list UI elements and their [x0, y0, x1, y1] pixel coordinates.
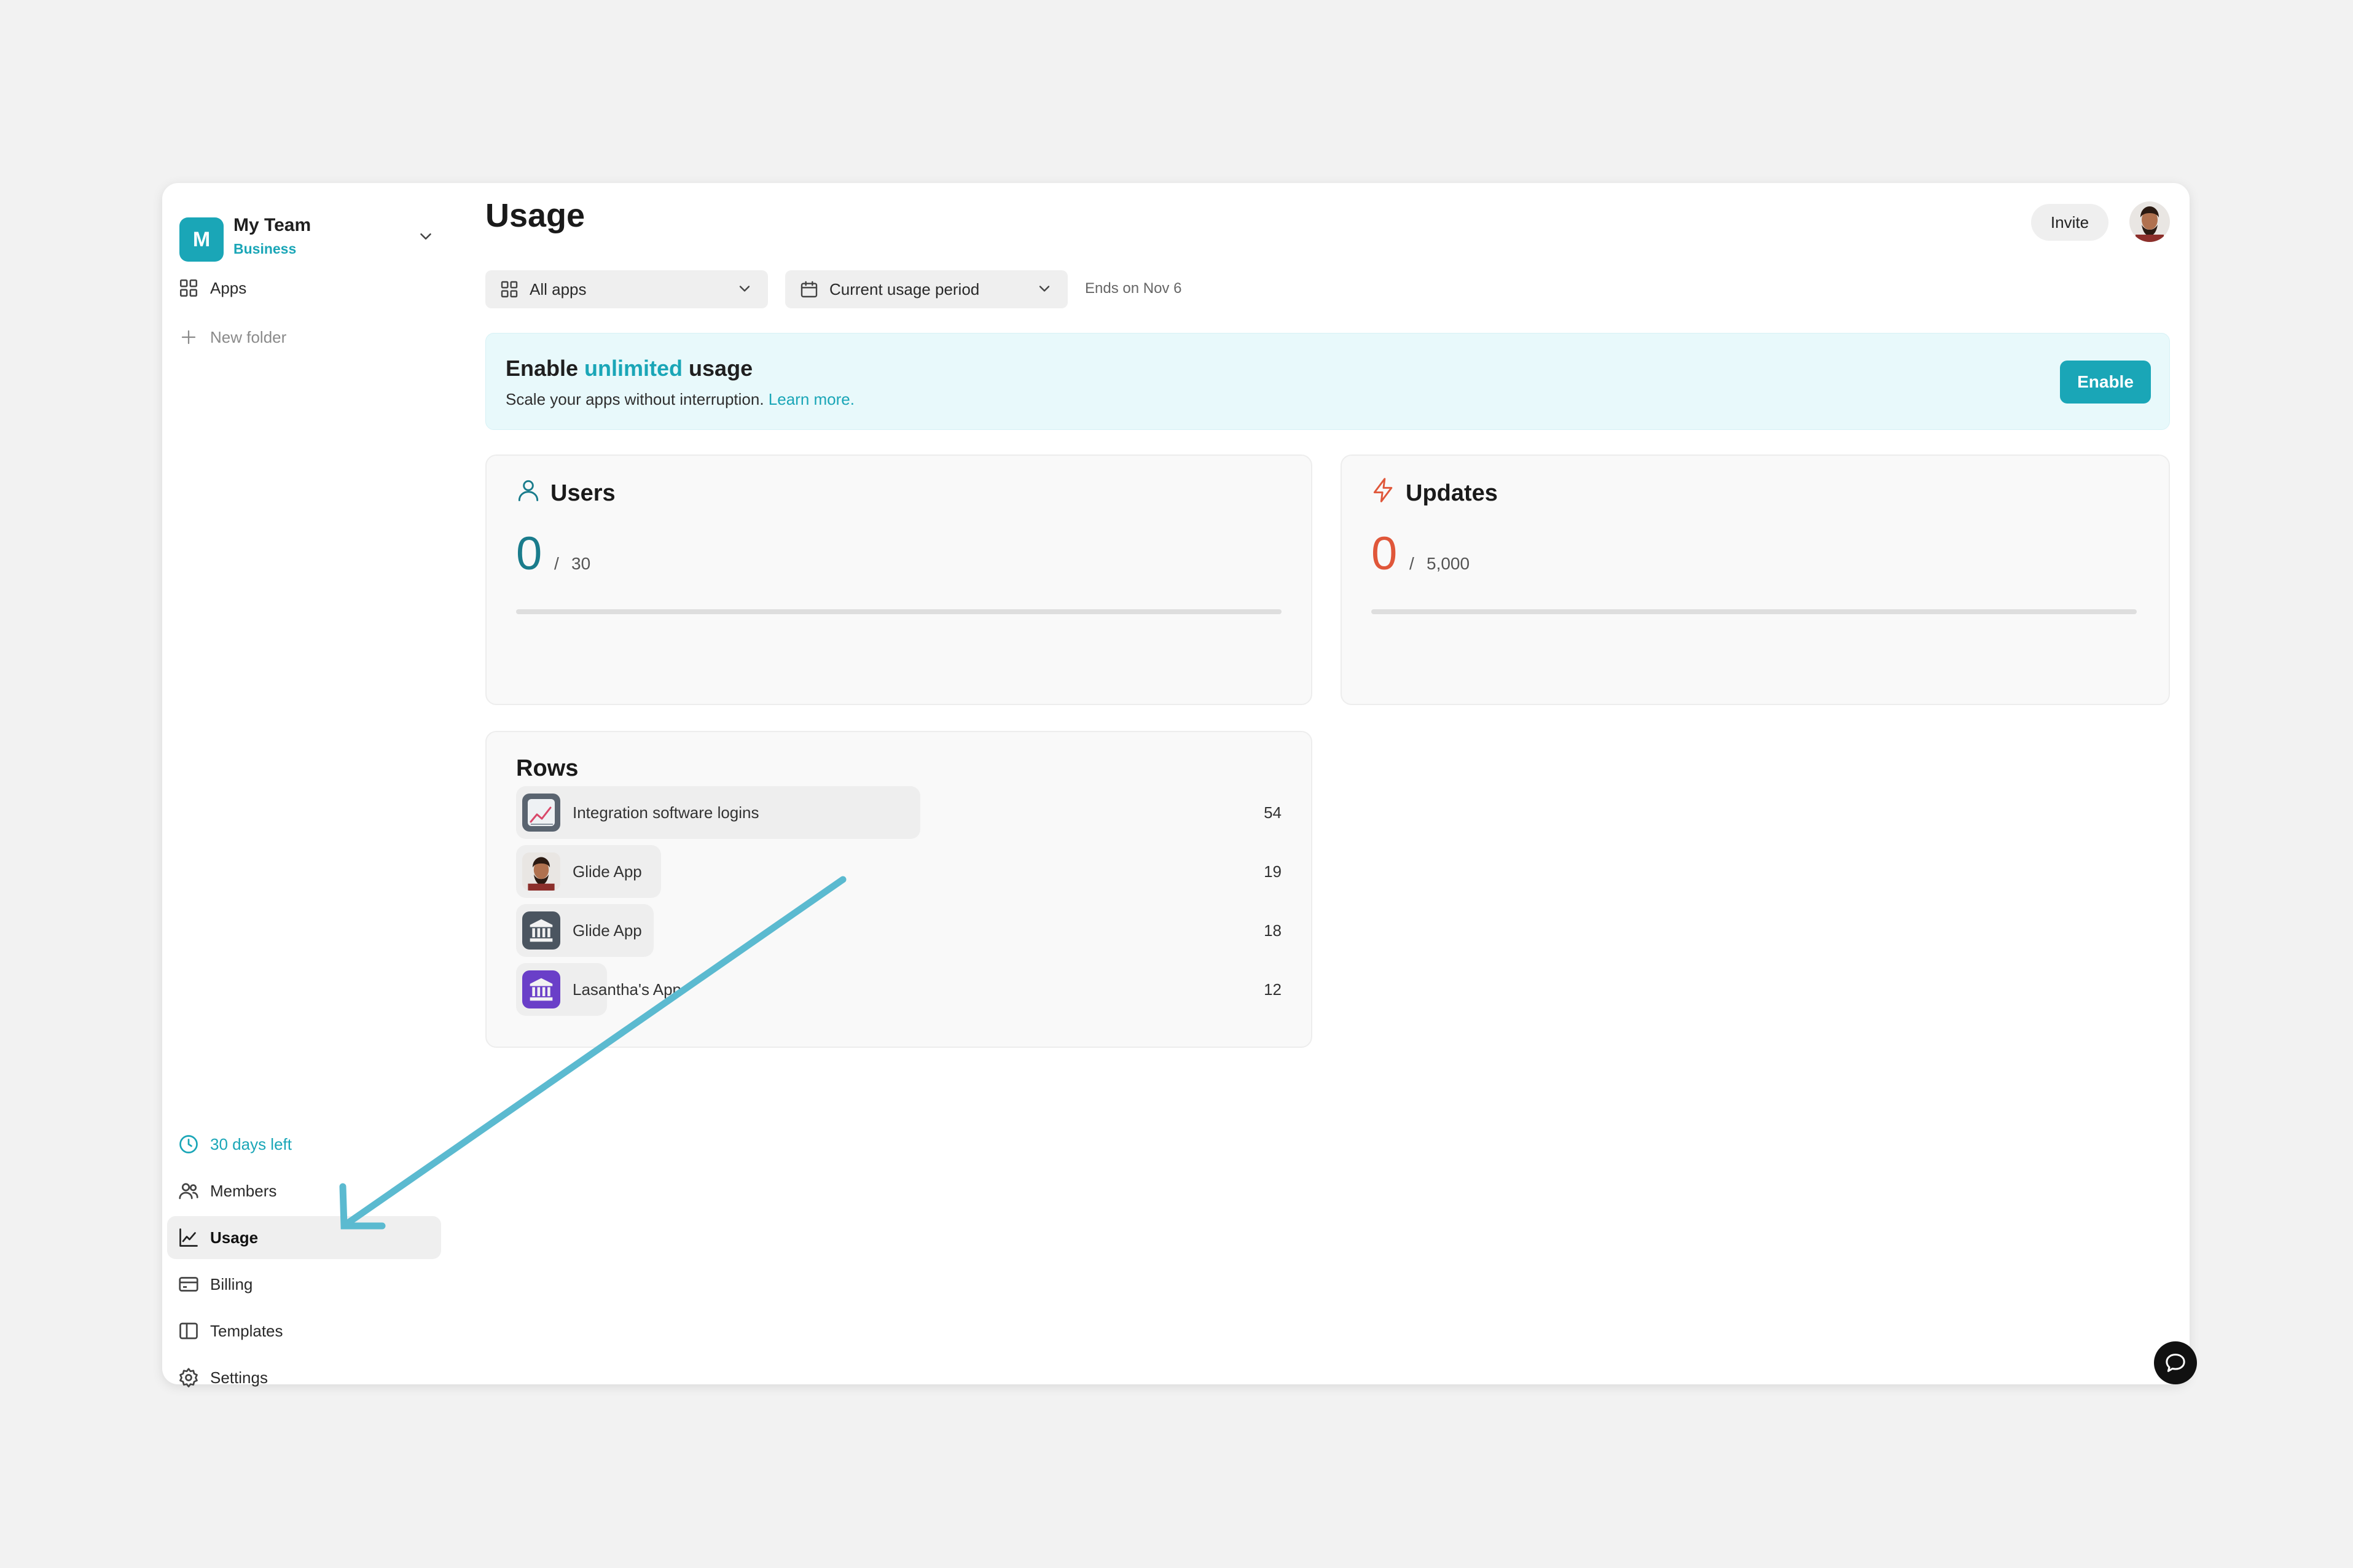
updates-limit: 5,000: [1427, 554, 1470, 573]
users-card-title: Users: [550, 480, 616, 506]
team-plan: Business: [233, 241, 297, 257]
sidebar-item-members[interactable]: Members: [167, 1169, 441, 1212]
clock-icon: [177, 1133, 200, 1156]
team-name: My Team: [233, 215, 311, 235]
sidebar-item-trial[interactable]: 30 days left: [167, 1123, 441, 1166]
sidebar-item-label: 30 days left: [210, 1134, 292, 1153]
apps-select-value: All apps: [530, 279, 587, 298]
apps-select[interactable]: All apps: [485, 270, 768, 308]
page-title: Usage: [485, 197, 585, 234]
upgrade-banner: Enable unlimited usage Scale your apps w…: [485, 333, 2170, 430]
chat-bubble-icon: [2166, 1354, 2185, 1372]
updates-separator: /: [1409, 554, 1414, 573]
sidebar-item-new-folder[interactable]: New folder: [167, 316, 441, 359]
period-select-value: Current usage period: [829, 279, 980, 298]
chevron-down-icon: [1039, 286, 1050, 292]
users-card: Users 0 / 30: [485, 454, 1312, 705]
enable-button[interactable]: Enable: [2060, 361, 2151, 404]
sidebar-item-usage[interactable]: Usage: [167, 1216, 441, 1259]
bank-purple-app-icon: [522, 970, 560, 1008]
sidebar-item-label: Billing: [210, 1274, 253, 1293]
banner-title-post: usage: [683, 356, 753, 381]
chat-button[interactable]: [2154, 1341, 2197, 1384]
banner-title-highlight: unlimited: [584, 356, 683, 381]
chevron-down-icon: [739, 286, 750, 292]
sidebar-item-label: New folder: [210, 327, 287, 346]
users-progress-bar: [516, 609, 1282, 614]
user-icon: [518, 480, 539, 501]
invite-button[interactable]: Invite: [2031, 204, 2108, 241]
users-limit: 30: [571, 554, 591, 573]
book-icon: [177, 1319, 200, 1343]
list-item[interactable]: Lasantha's App 12: [516, 963, 1282, 1016]
grid-icon: [499, 279, 520, 300]
rows-card: Rows Integration software logins 54 Glid…: [485, 731, 1312, 1048]
period-select[interactable]: Current usage period: [785, 270, 1068, 308]
updates-card: Updates 0 / 5,000: [1341, 454, 2170, 705]
sidebar-item-label: Settings: [210, 1368, 268, 1387]
plus-icon: [177, 326, 200, 349]
sidebar-item-label: Members: [210, 1181, 277, 1200]
row-count: 18: [1264, 921, 1282, 940]
banner-title-pre: Enable: [506, 356, 585, 381]
sidebar-item-settings[interactable]: Settings: [167, 1356, 441, 1399]
avatar[interactable]: [2129, 201, 2170, 242]
lightning-icon: [1373, 478, 1393, 502]
learn-more-link[interactable]: Learn more.: [769, 390, 855, 408]
row-count: 54: [1264, 803, 1282, 822]
row-name: Integration software logins: [573, 803, 759, 822]
row-name: Glide App: [573, 862, 642, 881]
row-count: 19: [1264, 862, 1282, 881]
sidebar-item-templates[interactable]: Templates: [167, 1309, 441, 1352]
banner-subtitle-text: Scale your apps without interruption.: [506, 390, 769, 408]
chart-app-icon: [522, 794, 560, 832]
updates-value: 0: [1371, 528, 1398, 580]
grid-icon: [177, 276, 200, 300]
users-icon: [177, 1179, 200, 1203]
row-name: Glide App: [573, 921, 642, 940]
calendar-icon: [799, 279, 820, 300]
sidebar-item-label: Usage: [210, 1228, 259, 1247]
credit-card-icon: [177, 1273, 200, 1296]
gear-icon: [177, 1366, 200, 1389]
rows-card-title: Rows: [516, 755, 579, 781]
chevron-down-icon: [420, 233, 431, 240]
app-window: M My Team Business Apps New folder 30 da…: [162, 183, 2190, 1387]
chart-line-icon: [177, 1226, 200, 1249]
list-item[interactable]: Integration software logins 54: [516, 786, 1282, 839]
users-separator: /: [554, 554, 559, 573]
updates-progress-bar: [1371, 609, 2137, 614]
row-count: 12: [1264, 980, 1282, 999]
list-item[interactable]: Glide App 18: [516, 904, 1282, 957]
sidebar-item-billing[interactable]: Billing: [167, 1263, 441, 1306]
banner-title: Enable unlimited usage: [506, 356, 753, 381]
users-value: 0: [516, 528, 542, 580]
sidebar-item-label: Templates: [210, 1321, 283, 1340]
sidebar-item-apps[interactable]: Apps: [167, 267, 441, 310]
period-end-text: Ends on Nov 6: [1085, 280, 1182, 297]
team-switcher[interactable]: M My Team Business: [171, 200, 441, 262]
updates-card-title: Updates: [1406, 480, 1498, 506]
list-item[interactable]: Glide App 19: [516, 845, 1282, 898]
sidebar-item-label: Apps: [210, 278, 247, 297]
team-badge: M: [179, 217, 224, 262]
row-name: Lasantha's App: [573, 980, 681, 999]
bank-app-icon: [522, 911, 560, 950]
avatar-app-icon: [522, 852, 560, 891]
banner-subtitle: Scale your apps without interruption. Le…: [506, 390, 855, 409]
